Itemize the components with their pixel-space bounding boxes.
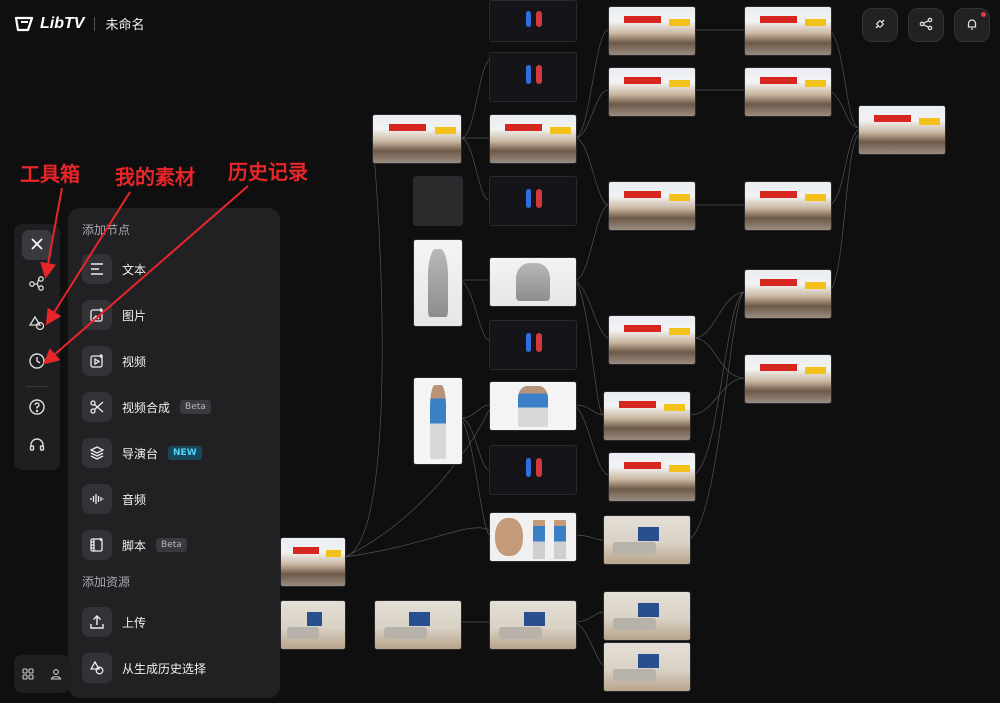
image-node[interactable] [744, 67, 832, 117]
resource-item-label: 从生成历史选择 [122, 661, 207, 676]
image-node[interactable] [603, 591, 691, 641]
image-node[interactable] [413, 176, 463, 226]
new-badge: NEW [168, 446, 202, 460]
add-image-node[interactable]: 图片 [82, 299, 272, 331]
share-button[interactable] [908, 8, 944, 42]
image-node[interactable] [489, 114, 577, 164]
image-node[interactable] [608, 67, 696, 117]
section-add-resource: 添加资源 [82, 575, 131, 589]
add-node-panel: 添加节点 文本 图片 视频 视频合成 Beta 导演台 NEW 音频 脚本 Be… [68, 208, 280, 698]
image-node[interactable] [280, 537, 346, 587]
node-item-label: 脚本 [122, 538, 147, 553]
add-director-node[interactable]: 导演台 NEW [82, 437, 272, 469]
app-logo[interactable]: LibTV 未命名 [14, 14, 144, 33]
libtv-logo-icon [14, 16, 34, 32]
image-plus-icon [82, 300, 112, 330]
history-button[interactable] [22, 348, 52, 378]
app-name: LibTV [40, 14, 85, 32]
notification-dot [981, 12, 986, 17]
annotation-history: 历史记录 [228, 160, 308, 184]
grid-icon[interactable] [22, 665, 34, 684]
node-item-label: 视频 [122, 354, 147, 369]
toolbar-separator [26, 386, 48, 387]
image-node[interactable] [489, 257, 577, 307]
left-toolbar [14, 224, 60, 470]
annotation-my-assets: 我的素材 [115, 165, 195, 189]
image-node[interactable] [489, 600, 577, 650]
close-button[interactable] [22, 230, 52, 260]
section-add-node: 添加节点 [82, 223, 131, 237]
image-node[interactable] [489, 381, 577, 431]
image-node[interactable] [744, 354, 832, 404]
toolbox-button[interactable] [22, 270, 52, 300]
plugin-button[interactable] [862, 8, 898, 42]
node-item-label: 音频 [122, 492, 147, 507]
image-node[interactable] [413, 239, 463, 327]
add-text-node[interactable]: 文本 [82, 253, 272, 285]
node-item-label: 视频合成 [122, 400, 171, 415]
add-video-node[interactable]: 视频 [82, 345, 272, 377]
my-assets-button[interactable] [22, 310, 52, 340]
document-title[interactable]: 未命名 [105, 14, 144, 33]
plug-icon [873, 16, 887, 35]
image-node[interactable] [744, 6, 832, 56]
history-shapes-icon [82, 653, 112, 683]
image-node[interactable] [608, 181, 696, 231]
bell-icon [965, 16, 979, 35]
node-graph-icon [28, 274, 46, 296]
add-audio-node[interactable]: 音频 [82, 483, 272, 515]
image-node[interactable] [608, 6, 696, 56]
node-item-label: 文本 [122, 262, 147, 277]
film-script-icon [82, 530, 112, 560]
text-lines-icon [82, 254, 112, 284]
image-node[interactable] [374, 600, 462, 650]
image-node[interactable] [280, 600, 346, 650]
scissors-icon [82, 392, 112, 422]
image-node[interactable] [608, 452, 696, 502]
image-node[interactable] [372, 114, 462, 164]
shapes-icon [28, 314, 46, 336]
image-node[interactable] [744, 269, 832, 319]
image-node[interactable] [489, 512, 577, 562]
image-node[interactable] [744, 181, 832, 231]
add-video-compose-node[interactable]: 视频合成 Beta [82, 391, 272, 423]
notification-button[interactable] [954, 8, 990, 42]
add-script-node[interactable]: 脚本 Beta [82, 529, 272, 561]
beta-badge: Beta [180, 400, 211, 414]
image-node[interactable] [603, 391, 691, 441]
video-node[interactable] [489, 445, 577, 495]
close-icon [30, 236, 44, 255]
annotation-toolbox: 工具箱 [20, 162, 80, 186]
node-item-label: 导演台 [122, 446, 159, 461]
video-node[interactable] [489, 176, 577, 226]
beta-badge: Beta [156, 538, 187, 552]
share-icon [919, 16, 933, 35]
video-plus-icon [82, 346, 112, 376]
select-from-history-button[interactable]: 从生成历史选择 [82, 652, 272, 684]
video-node[interactable] [489, 52, 577, 102]
clock-icon [28, 352, 46, 374]
header-divider [94, 16, 96, 31]
support-button[interactable] [22, 432, 52, 462]
resource-item-label: 上传 [122, 615, 147, 630]
image-node[interactable] [608, 315, 696, 365]
upload-icon [82, 607, 112, 637]
video-node[interactable] [489, 0, 577, 42]
user-icon[interactable] [50, 665, 62, 684]
headset-icon [28, 436, 46, 458]
help-circle-icon [28, 398, 46, 420]
image-node[interactable] [858, 105, 946, 155]
audio-wave-icon [82, 484, 112, 514]
help-button[interactable] [22, 394, 52, 424]
layers-icon [82, 438, 112, 468]
image-node[interactable] [603, 515, 691, 565]
image-node[interactable] [603, 642, 691, 692]
bottom-mini-toolbar [14, 655, 70, 693]
video-node[interactable] [489, 320, 577, 370]
node-item-label: 图片 [122, 308, 147, 323]
upload-button[interactable]: 上传 [82, 606, 272, 638]
top-actions [862, 8, 990, 42]
image-node[interactable] [413, 377, 463, 465]
